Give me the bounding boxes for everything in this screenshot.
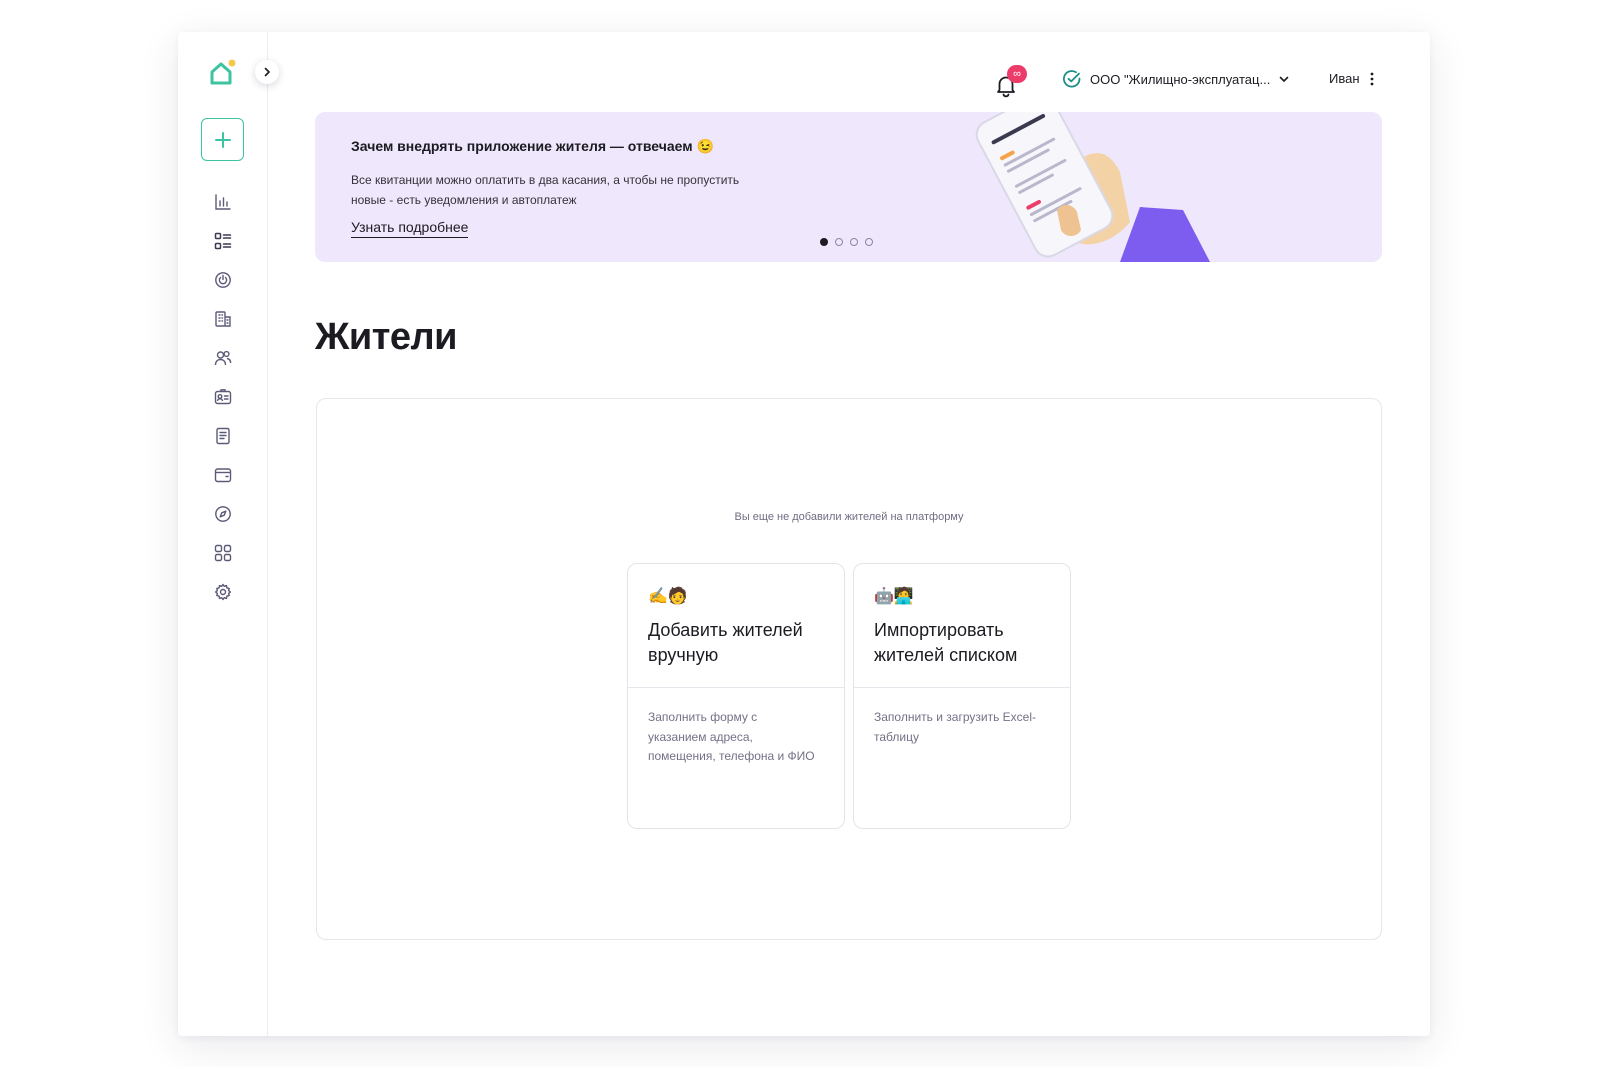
card-description: Заполнить и загрузить Excel-таблицу bbox=[874, 710, 1036, 744]
empty-state-message: Вы еще не добавили жителей на платформу bbox=[734, 511, 964, 523]
sidebar-item-analytics[interactable] bbox=[178, 182, 268, 221]
home-logo-icon[interactable] bbox=[206, 58, 238, 90]
sidebar-item-residents[interactable] bbox=[178, 338, 268, 377]
card-emoji: ✍️🧑 bbox=[648, 588, 688, 605]
sidebar bbox=[178, 32, 279, 1036]
sidebar-item-services[interactable] bbox=[178, 494, 268, 533]
sidebar-item-settings[interactable] bbox=[178, 572, 268, 611]
users-icon bbox=[214, 350, 232, 365]
sidebar-item-employees[interactable] bbox=[178, 377, 268, 416]
carousel-dot[interactable] bbox=[865, 238, 873, 246]
import-residents-list-card[interactable]: 🤖🧑‍💻 Импортировать жителей списком Запол… bbox=[853, 563, 1071, 829]
apps-grid-icon bbox=[214, 544, 232, 561]
residents-empty-state: Вы еще не добавили жителей на платформу … bbox=[316, 398, 1382, 940]
wallet-icon bbox=[214, 467, 232, 482]
sidebar-item-buildings[interactable] bbox=[178, 299, 268, 338]
document-icon bbox=[216, 427, 230, 444]
card-title: Добавить жителей вручную bbox=[648, 620, 803, 665]
chevron-down-icon bbox=[1280, 76, 1289, 82]
chevron-right-icon bbox=[264, 67, 270, 77]
banner-learn-more-link[interactable]: Узнать подробнее bbox=[351, 219, 469, 238]
user-name: Иван bbox=[1329, 71, 1360, 86]
carousel-dot[interactable] bbox=[835, 238, 843, 246]
promo-banner: Зачем внедрять приложение жителя — отвеч… bbox=[315, 112, 1382, 262]
add-residents-manually-card[interactable]: ✍️🧑 Добавить жителей вручную Заполнить ф… bbox=[627, 563, 845, 829]
card-description: Заполнить форму с указанием адреса, поме… bbox=[648, 710, 815, 763]
page-title: Жители bbox=[315, 316, 457, 358]
sidebar-item-requests[interactable] bbox=[178, 221, 268, 260]
sidebar-item-apps[interactable] bbox=[178, 533, 268, 572]
sidebar-item-meters[interactable] bbox=[178, 260, 268, 299]
banner-text: Все квитанции можно оплатить в два касан… bbox=[351, 173, 740, 207]
settings-gear-icon bbox=[214, 583, 232, 600]
banner-title: Зачем внедрять приложение жителя — отвеч… bbox=[351, 138, 714, 154]
card-title: Импортировать жителей списком bbox=[874, 620, 1018, 665]
carousel-pagination bbox=[820, 238, 873, 246]
organization-name: ООО "Жилищно-эксплуатац... bbox=[1090, 71, 1271, 87]
power-circle-icon bbox=[215, 271, 231, 288]
bar-chart-icon bbox=[215, 193, 231, 210]
organization-selector[interactable]: ООО "Жилищно-эксплуатац... bbox=[1062, 69, 1290, 89]
user-menu[interactable]: Иван bbox=[1329, 71, 1374, 86]
sidebar-nav bbox=[178, 182, 268, 611]
plus-icon bbox=[214, 131, 231, 148]
add-button[interactable] bbox=[201, 118, 244, 161]
list-grid-icon bbox=[214, 232, 232, 249]
phone-in-hand-illustration bbox=[975, 112, 1210, 262]
app-window: ∞ ООО "Жилищно-эксплуатац... Иван Зачем … bbox=[178, 32, 1430, 1036]
card-emoji: 🤖🧑‍💻 bbox=[874, 588, 914, 605]
building-icon bbox=[215, 310, 231, 327]
card-divider bbox=[854, 687, 1070, 688]
card-divider bbox=[628, 687, 844, 688]
id-card-icon bbox=[214, 388, 232, 404]
more-vertical-icon bbox=[1370, 72, 1373, 85]
carousel-dot[interactable] bbox=[850, 238, 858, 246]
compass-icon bbox=[215, 505, 231, 522]
notifications-badge: ∞ bbox=[1007, 65, 1027, 83]
sidebar-item-billing[interactable] bbox=[178, 455, 268, 494]
sidebar-expand-button[interactable] bbox=[255, 60, 279, 84]
verified-check-icon bbox=[1063, 70, 1081, 88]
carousel-dot[interactable] bbox=[820, 238, 828, 246]
sidebar-item-documents[interactable] bbox=[178, 416, 268, 455]
